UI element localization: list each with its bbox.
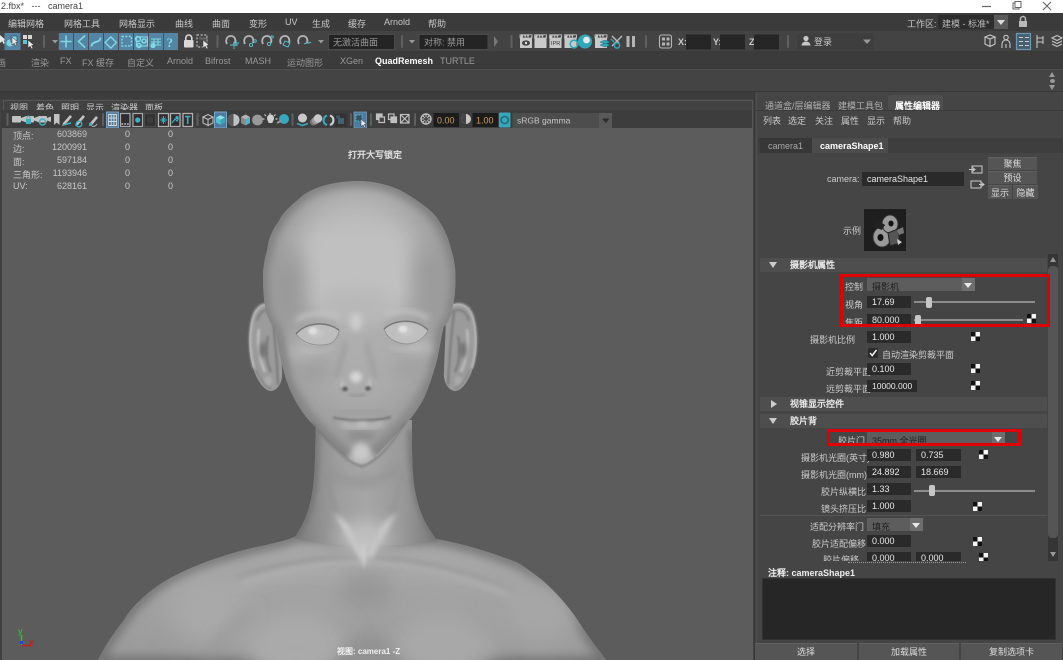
svg-text:X:: X: [678,37,687,47]
svg-text:0.00: 0.00 [437,116,455,126]
svg-text:无激活曲面: 无激活曲面 [333,37,378,48]
svg-text:IPR: IPR [551,41,560,47]
svg-text:打开大写锁定: 打开大写锁定 [348,149,403,160]
svg-text:y: y [18,627,23,636]
svg-text:sRGB gamma: sRGB gamma [517,116,571,126]
svg-text:x: x [29,638,34,647]
svg-text:登录: 登录 [814,37,832,47]
svg-text:视图: camera1 -Z: 视图: camera1 -Z [337,646,400,656]
svg-text:?: ? [167,35,174,50]
svg-text:1.00: 1.00 [476,116,494,126]
svg-text:对称: 禁用: 对称: 禁用 [424,37,465,48]
